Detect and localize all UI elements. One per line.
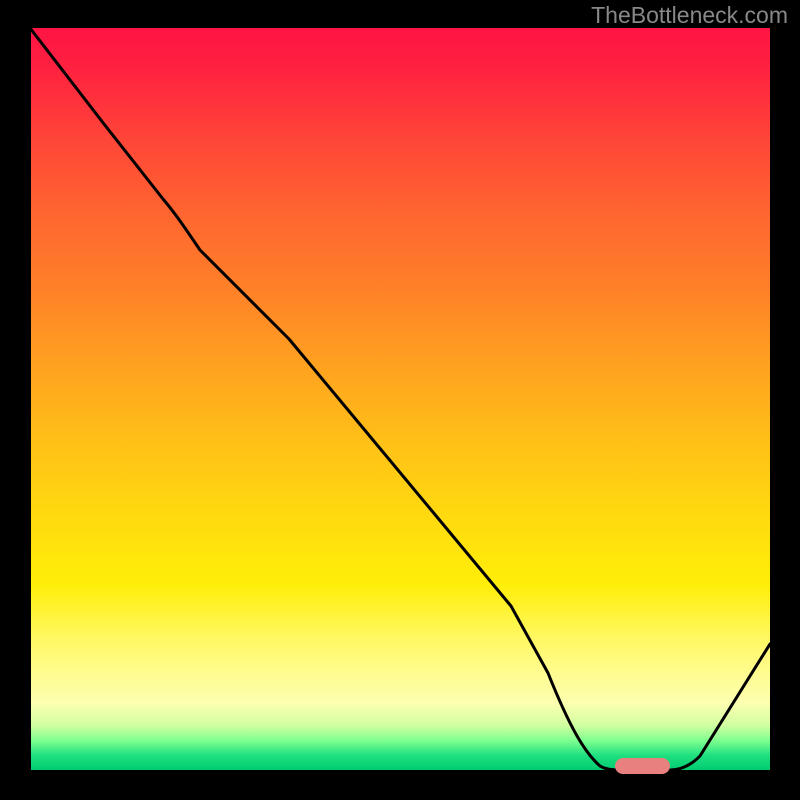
watermark-text: TheBottleneck.com [591,2,788,29]
optimal-marker [615,758,670,774]
y-axis [28,28,31,772]
chart-container: TheBottleneck.com [0,0,800,800]
curve-line [30,28,770,770]
